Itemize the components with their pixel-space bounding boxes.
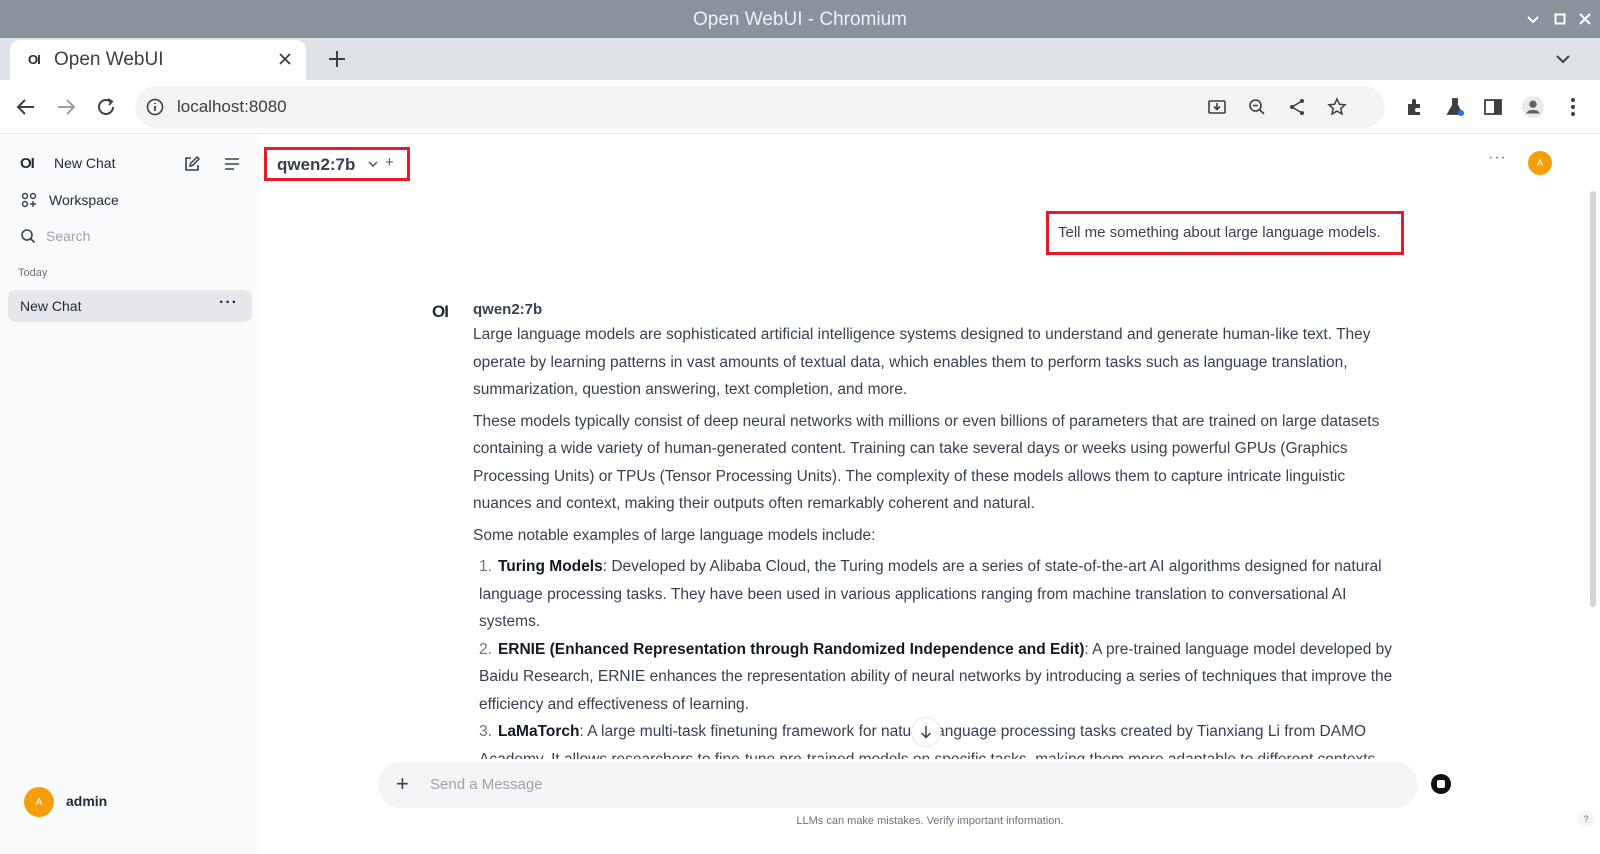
- back-icon[interactable]: [14, 95, 38, 119]
- list-term: ERNIE (Enhanced Representation through R…: [497, 640, 1085, 658]
- workspace-link[interactable]: Workspace: [49, 192, 119, 208]
- user-message-text: Tell me something about large language m…: [1058, 224, 1381, 241]
- list-term: Turing Models: [497, 558, 603, 575]
- list-term: LaMaTorch: [497, 723, 580, 740]
- help-button[interactable]: ?: [1578, 811, 1594, 827]
- message-paragraph: Large language models are sophisticated …: [473, 326, 1371, 398]
- tab-close-icon[interactable]: [276, 50, 294, 68]
- list-number: 1.: [479, 558, 492, 575]
- tab-open-webui[interactable]: OI Open WebUI: [10, 40, 306, 80]
- assistant-model-name: qwen2:7b: [473, 301, 543, 318]
- top-user-avatar[interactable]: A: [1528, 151, 1552, 175]
- list-item: 1. Turing Models: Developed by Alibaba Cl…: [479, 553, 1403, 636]
- message-paragraph: These models typically consist of deep n…: [473, 412, 1380, 513]
- tab-title: Open WebUI: [54, 49, 164, 70]
- maximize-icon[interactable]: [1549, 8, 1571, 30]
- user-message: Tell me something about large language m…: [1046, 211, 1404, 255]
- sidebar-toggle-icon[interactable]: [221, 153, 243, 175]
- list-item: 2. ERNIE (Enhanced Representation through…: [479, 636, 1403, 719]
- share-icon[interactable]: [1285, 95, 1309, 119]
- user-name: admin: [66, 793, 108, 809]
- minimize-icon[interactable]: [1522, 8, 1544, 30]
- labs-flask-icon[interactable]: [1443, 95, 1467, 119]
- forward-icon[interactable]: [54, 95, 78, 119]
- list-text: : Developed by Alibaba Cloud, the Turing…: [479, 558, 1382, 630]
- add-model-button[interactable]: +: [385, 154, 394, 171]
- new-chat-button[interactable]: New Chat: [54, 155, 115, 171]
- section-today-label: Today: [18, 267, 48, 279]
- attach-button[interactable]: +: [396, 771, 409, 797]
- chevron-down-icon[interactable]: [367, 158, 379, 170]
- search-input[interactable]: Search: [46, 228, 90, 244]
- message-composer: + Send a Message: [378, 762, 1418, 808]
- model-selector[interactable]: qwen2:7b +: [264, 147, 410, 181]
- user-avatar: A: [24, 787, 54, 817]
- window-title: Open WebUI - Chromium: [693, 9, 907, 30]
- message-input[interactable]: Send a Message: [430, 776, 543, 793]
- browser-menu-icon[interactable]: [1561, 95, 1585, 119]
- search-icon: [17, 225, 39, 247]
- list-number: 3.: [479, 723, 492, 740]
- disclaimer-text: LLMs can make mistakes. Verify important…: [796, 815, 1064, 827]
- browser-toolbar: localhost:8080: [0, 80, 1600, 134]
- tab-search-icon[interactable]: [1552, 48, 1574, 70]
- profile-icon[interactable]: [1521, 95, 1545, 119]
- install-app-icon[interactable]: [1205, 95, 1229, 119]
- model-name: qwen2:7b: [277, 155, 356, 174]
- scrollbar[interactable]: [1590, 191, 1596, 607]
- stop-icon: [1437, 780, 1445, 788]
- list-number: 2.: [479, 640, 492, 658]
- site-info-icon[interactable]: [143, 95, 167, 119]
- assistant-avatar: OI: [432, 302, 449, 321]
- url-text[interactable]: localhost:8080: [177, 97, 287, 117]
- list-item: 3. LaMaTorch: A large multi-task finetuni…: [479, 718, 1403, 759]
- close-window-icon[interactable]: [1574, 8, 1596, 30]
- arrow-down-icon: [920, 726, 932, 739]
- workspace-icon: [18, 189, 40, 211]
- chat-main: qwen2:7b + ··· A Tell me something about…: [260, 135, 1600, 854]
- side-panel-icon[interactable]: [1481, 95, 1505, 119]
- chat-menu-icon[interactable]: ···: [1488, 149, 1507, 167]
- chat-item-menu-icon[interactable]: ···: [219, 294, 238, 312]
- favicon: OI: [28, 52, 41, 67]
- chat-item-label: New Chat: [20, 298, 82, 314]
- stop-generation-button[interactable]: [1431, 774, 1451, 794]
- reload-icon[interactable]: [94, 95, 118, 119]
- new-tab-icon[interactable]: [326, 48, 348, 70]
- sidebar: OI New Chat Workspace Search Today New C…: [0, 135, 260, 854]
- extensions-icon[interactable]: [1403, 95, 1427, 119]
- address-bar[interactable]: localhost:8080: [135, 86, 1385, 128]
- message-paragraph: Some notable examples of large language …: [473, 526, 876, 544]
- app-logo[interactable]: OI: [20, 155, 35, 172]
- user-menu[interactable]: A admin: [24, 785, 224, 817]
- zoom-icon[interactable]: [1245, 95, 1269, 119]
- new-chat-edit-icon[interactable]: [181, 153, 203, 175]
- assistant-message: Large language models are sophisticated …: [473, 321, 1403, 759]
- scroll-to-bottom-button[interactable]: [911, 717, 941, 747]
- window-titlebar: Open WebUI - Chromium: [0, 0, 1600, 38]
- bookmark-star-icon[interactable]: [1325, 95, 1349, 119]
- chat-list-item[interactable]: New Chat ···: [8, 290, 252, 322]
- tab-strip: OI Open WebUI: [0, 38, 1600, 80]
